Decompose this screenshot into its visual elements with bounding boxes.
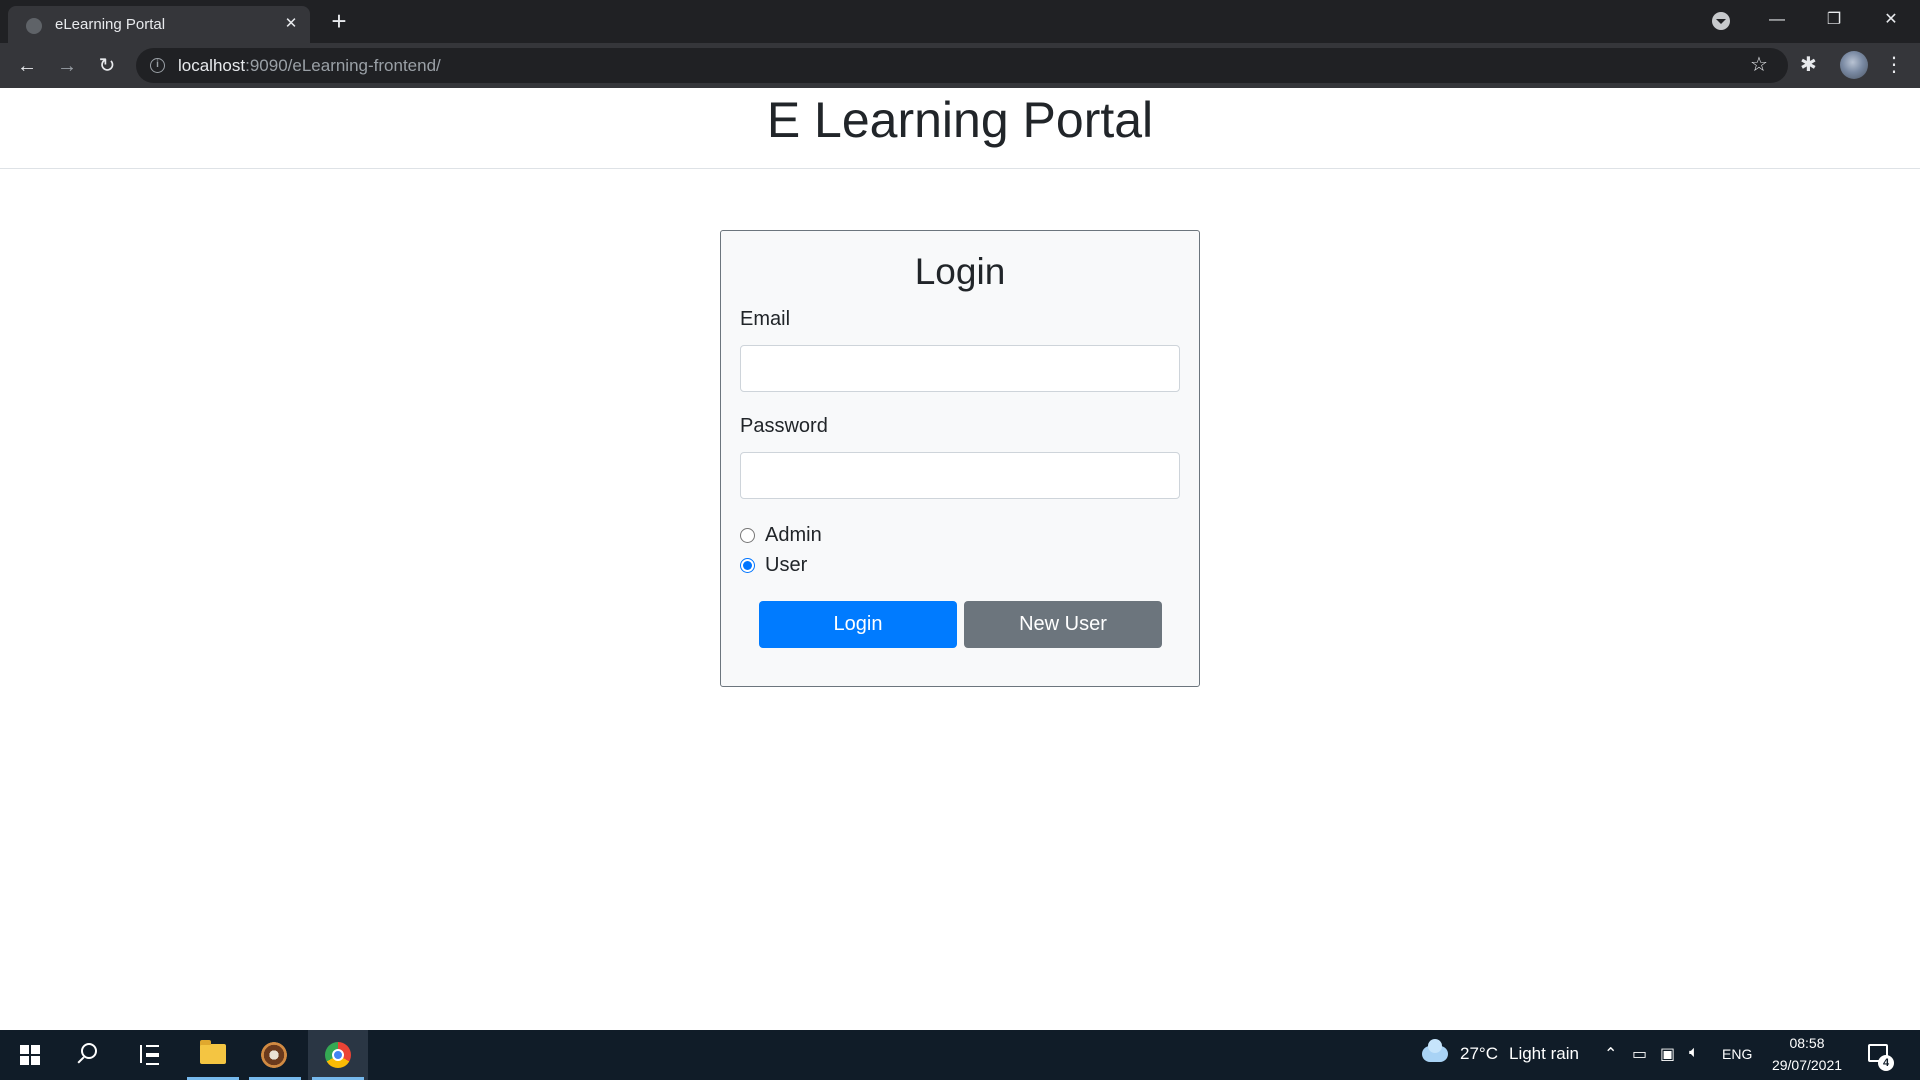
- file-explorer-button[interactable]: [183, 1030, 243, 1080]
- globe-icon: [26, 18, 42, 34]
- tab-search-icon[interactable]: [1712, 12, 1730, 30]
- user-radio-label[interactable]: User: [765, 554, 807, 577]
- new-user-button[interactable]: New User: [964, 601, 1162, 648]
- app-gear-button[interactable]: [245, 1030, 305, 1080]
- browser-tab[interactable]: eLearning Portal ✕: [8, 6, 310, 43]
- site-header: E Learning Portal: [0, 88, 1920, 169]
- login-heading: Login: [914, 251, 1006, 292]
- restore-button[interactable]: ❐: [1806, 0, 1862, 40]
- forward-arrow-icon[interactable]: →: [53, 52, 81, 80]
- page-content: E Learning Portal Login Email Password A…: [0, 88, 1920, 1030]
- more-menu-icon[interactable]: ⋮: [1884, 52, 1904, 77]
- email-label: Email: [740, 308, 791, 330]
- new-tab-button[interactable]: +: [325, 8, 353, 36]
- extensions-puzzle-icon[interactable]: ✱: [1800, 52, 1817, 77]
- chrome-icon: [325, 1042, 351, 1068]
- chevron-up-icon[interactable]: ⌃: [1604, 1044, 1617, 1064]
- search-icon: [81, 1043, 97, 1059]
- clock-time[interactable]: 08:58: [1770, 1035, 1844, 1051]
- chrome-taskbar-button[interactable]: [308, 1030, 368, 1080]
- info-icon[interactable]: i: [150, 58, 165, 73]
- admin-radio-label[interactable]: Admin: [765, 524, 822, 547]
- browser-tab-bar: eLearning Portal ✕ + — ❐ ✕: [0, 0, 1920, 43]
- user-radio[interactable]: [740, 558, 755, 573]
- gear-app-icon: [261, 1042, 287, 1068]
- task-view-icon: [140, 1045, 160, 1065]
- tab-title: eLearning Portal: [55, 16, 166, 33]
- volume-icon[interactable]: 🔈︎: [1689, 1044, 1699, 1062]
- weather-cloud-icon[interactable]: [1422, 1039, 1448, 1062]
- admin-radio[interactable]: [740, 528, 755, 543]
- windows-taskbar: 27°C Light rain ⌃ ▭ ▣ 🔈︎ ENG 08:58 29/07…: [0, 1030, 1920, 1080]
- address-bar[interactable]: i localhost:9090/eLearning-frontend/ ☆: [136, 48, 1788, 83]
- network-icon[interactable]: ▣: [1660, 1044, 1675, 1064]
- close-window-button[interactable]: ✕: [1863, 0, 1919, 40]
- close-tab-icon[interactable]: ✕: [280, 13, 302, 35]
- start-button[interactable]: [0, 1030, 60, 1080]
- back-arrow-icon[interactable]: ←: [13, 52, 41, 80]
- clock-date[interactable]: 29/07/2021: [1770, 1057, 1844, 1073]
- login-button[interactable]: Login: [759, 601, 957, 648]
- minimize-button[interactable]: —: [1749, 0, 1805, 40]
- login-card: Login Email Password Admin User Login Ne…: [720, 230, 1200, 687]
- weather-temperature[interactable]: 27°C: [1460, 1044, 1498, 1064]
- battery-icon[interactable]: ▭: [1632, 1044, 1647, 1064]
- browser-toolbar: ← → ↻ i localhost:9090/eLearning-fronten…: [0, 43, 1920, 88]
- password-label: Password: [740, 415, 828, 437]
- page-title: E Learning Portal: [766, 92, 1154, 148]
- search-button[interactable]: [60, 1030, 120, 1080]
- weather-description[interactable]: Light rain: [1509, 1044, 1579, 1064]
- notification-count-badge: 4: [1878, 1055, 1894, 1071]
- url-text[interactable]: localhost:9090/eLearning-frontend/: [178, 56, 441, 76]
- windows-logo-icon: [20, 1045, 40, 1065]
- email-field[interactable]: [740, 345, 1180, 392]
- bookmark-star-icon[interactable]: ☆: [1750, 52, 1768, 77]
- folder-icon: [200, 1040, 226, 1064]
- reload-icon[interactable]: ↻: [93, 52, 121, 80]
- language-indicator[interactable]: ENG: [1722, 1046, 1752, 1062]
- task-view-button[interactable]: [120, 1030, 180, 1080]
- password-field[interactable]: [740, 452, 1180, 499]
- profile-avatar[interactable]: [1840, 51, 1868, 79]
